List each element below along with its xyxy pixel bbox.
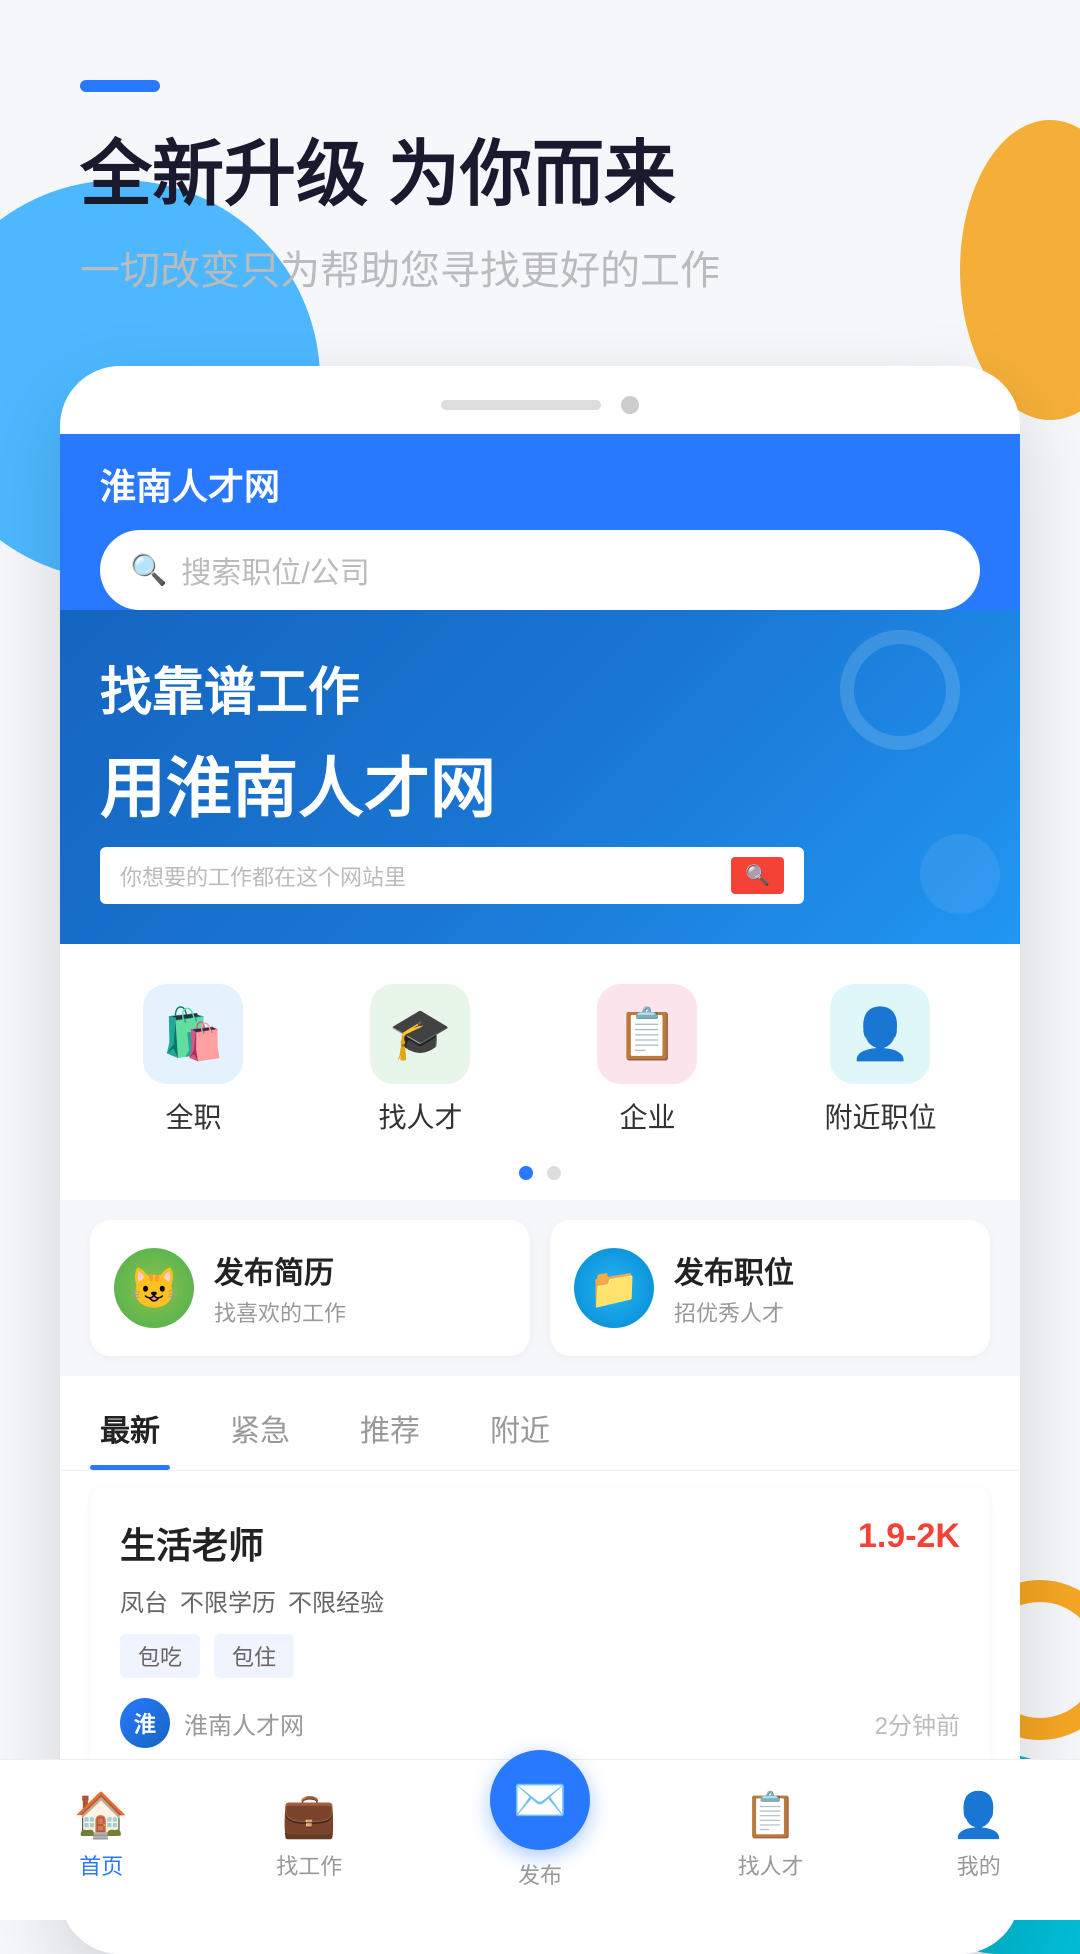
company-logo: 淮 <box>120 1698 170 1748</box>
search-icon: 🔍 <box>130 553 167 588</box>
category-item-找人才[interactable]: 🎓 找人才 <box>370 984 470 1136</box>
category-icon-附近职位: 👤 <box>830 984 930 1084</box>
tab-紧急[interactable]: 紧急 <box>220 1386 300 1470</box>
quick-action-resume[interactable]: 😺 发布简历 找喜欢的工作 <box>90 1220 530 1356</box>
phone-notch <box>441 400 601 410</box>
nav-profile[interactable]: 👤 我的 <box>951 1789 1006 1881</box>
quick-action-text-resume: 发布简历 找喜欢的工作 <box>214 1248 346 1328</box>
category-icon-全职: 🛍️ <box>143 984 243 1084</box>
job-card-footer: 淮 淮南人才网 2分钟前 <box>120 1698 960 1748</box>
home-label: 首页 <box>79 1849 123 1881</box>
header-subtitle: 一切改变只为帮助您寻找更好的工作 <box>80 238 1000 296</box>
search-placeholder-text: 搜索职位/公司 <box>181 548 369 592</box>
quick-action-text-job: 发布职位 招优秀人才 <box>674 1248 794 1328</box>
quick-actions-area: 😺 发布简历 找喜欢的工作 📁 发布职位 招优秀人才 <box>60 1200 1020 1376</box>
company-info: 淮 淮南人才网 <box>120 1698 304 1748</box>
dot-2 <box>547 1166 561 1180</box>
qa-subtitle-job: 招优秀人才 <box>674 1296 794 1328</box>
benefit-tags: 包吃包住 <box>120 1634 960 1678</box>
banner-decoration-2 <box>920 834 1000 914</box>
job-card[interactable]: 生活老师 1.9-2K 凤台不限学历不限经验 包吃包住 淮 淮南人才网 2分钟前 <box>90 1487 990 1778</box>
qa-title-job: 发布职位 <box>674 1248 794 1292</box>
job-title: 生活老师 <box>120 1517 264 1569</box>
post-time: 2分钟前 <box>875 1706 960 1741</box>
search-bar[interactable]: 🔍 搜索职位/公司 <box>100 530 980 610</box>
category-item-全职[interactable]: 🛍️ 全职 <box>143 984 243 1136</box>
pagination-dots <box>60 1156 1020 1200</box>
header-area: 全新升级 为你而来 一切改变只为帮助您寻找更好的工作 <box>0 0 1080 336</box>
tab-附近[interactable]: 附近 <box>480 1386 560 1470</box>
profile-icon: 👤 <box>951 1789 1006 1841</box>
find-job-label: 找工作 <box>276 1849 342 1881</box>
find-talent-icon: 📋 <box>743 1789 798 1841</box>
header-dash <box>80 80 160 92</box>
job-salary: 1.9-2K <box>858 1517 960 1556</box>
publish-label: 发布 <box>518 1858 562 1890</box>
tab-推荐[interactable]: 推荐 <box>350 1386 430 1470</box>
category-label-企业: 企业 <box>619 1096 675 1136</box>
quick-action-job[interactable]: 📁 发布职位 招优秀人才 <box>550 1220 990 1356</box>
tab-最新[interactable]: 最新 <box>90 1386 170 1470</box>
banner-search-button[interactable]: 🔍 <box>731 857 784 894</box>
banner-line2: 用淮南人才网 <box>100 735 980 831</box>
publish-button[interactable]: ✉️ <box>490 1750 590 1850</box>
job-tag: 不限学历 <box>180 1583 276 1618</box>
category-icon-企业: 📋 <box>597 984 697 1084</box>
company-name: 淮南人才网 <box>184 1706 304 1741</box>
category-grid: 🛍️ 全职 🎓 找人才 📋 企业 👤 附近职位 <box>60 944 1020 1156</box>
job-tabs: 最新紧急推荐附近 <box>60 1376 1020 1471</box>
category-item-企业[interactable]: 📋 企业 <box>597 984 697 1136</box>
phone-mockup: 淮南人才网 🔍 搜索职位/公司 找靠谱工作 用淮南人才网 你想要的工作都在这个网… <box>60 366 1020 1954</box>
category-icon-找人才: 🎓 <box>370 984 470 1084</box>
category-label-全职: 全职 <box>165 1096 221 1136</box>
header-title: 全新升级 为你而来 <box>80 132 1000 218</box>
find-job-icon: 💼 <box>282 1789 337 1841</box>
phone-frame: 淮南人才网 🔍 搜索职位/公司 找靠谱工作 用淮南人才网 你想要的工作都在这个网… <box>60 366 1020 1954</box>
publish-icon: ✉️ <box>513 1774 568 1826</box>
nav-find-talent[interactable]: 📋 找人才 <box>738 1789 804 1881</box>
benefit-tag: 包吃 <box>120 1634 200 1678</box>
find-talent-label: 找人才 <box>738 1849 804 1881</box>
app-title: 淮南人才网 <box>100 458 980 510</box>
banner-search[interactable]: 你想要的工作都在这个网站里 🔍 <box>100 847 804 904</box>
app-header: 淮南人才网 🔍 搜索职位/公司 <box>60 434 1020 610</box>
qa-subtitle-resume: 找喜欢的工作 <box>214 1296 346 1328</box>
phone-notch-bar <box>60 396 1020 434</box>
home-icon: 🏠 <box>74 1789 129 1841</box>
bottom-navigation: 🏠 首页 💼 找工作 ✉️ 发布 📋 找人才 👤 我的 <box>0 1759 1080 1920</box>
category-label-找人才: 找人才 <box>378 1096 462 1136</box>
job-tag: 不限经验 <box>288 1583 384 1618</box>
dot-1 <box>519 1166 533 1180</box>
phone-camera <box>621 396 639 414</box>
qa-title-resume: 发布简历 <box>214 1248 346 1292</box>
quick-action-icon-resume: 😺 <box>114 1248 194 1328</box>
nav-home[interactable]: 🏠 首页 <box>74 1789 129 1881</box>
quick-action-icon-job: 📁 <box>574 1248 654 1328</box>
banner-decoration-1 <box>840 630 960 750</box>
app-banner: 找靠谱工作 用淮南人才网 你想要的工作都在这个网站里 🔍 <box>60 610 1020 944</box>
job-tag: 凤台 <box>120 1583 168 1618</box>
job-card-header: 生活老师 1.9-2K <box>120 1517 960 1569</box>
nav-find-job[interactable]: 💼 找工作 <box>276 1789 342 1881</box>
benefit-tag: 包住 <box>214 1634 294 1678</box>
category-item-附近职位[interactable]: 👤 附近职位 <box>824 984 936 1136</box>
nav-publish[interactable]: ✉️ 发布 <box>490 1780 590 1890</box>
profile-label: 我的 <box>957 1849 1001 1881</box>
job-tags: 凤台不限学历不限经验 <box>120 1583 960 1618</box>
category-label-附近职位: 附近职位 <box>824 1096 936 1136</box>
banner-search-text: 你想要的工作都在这个网站里 <box>120 860 721 892</box>
